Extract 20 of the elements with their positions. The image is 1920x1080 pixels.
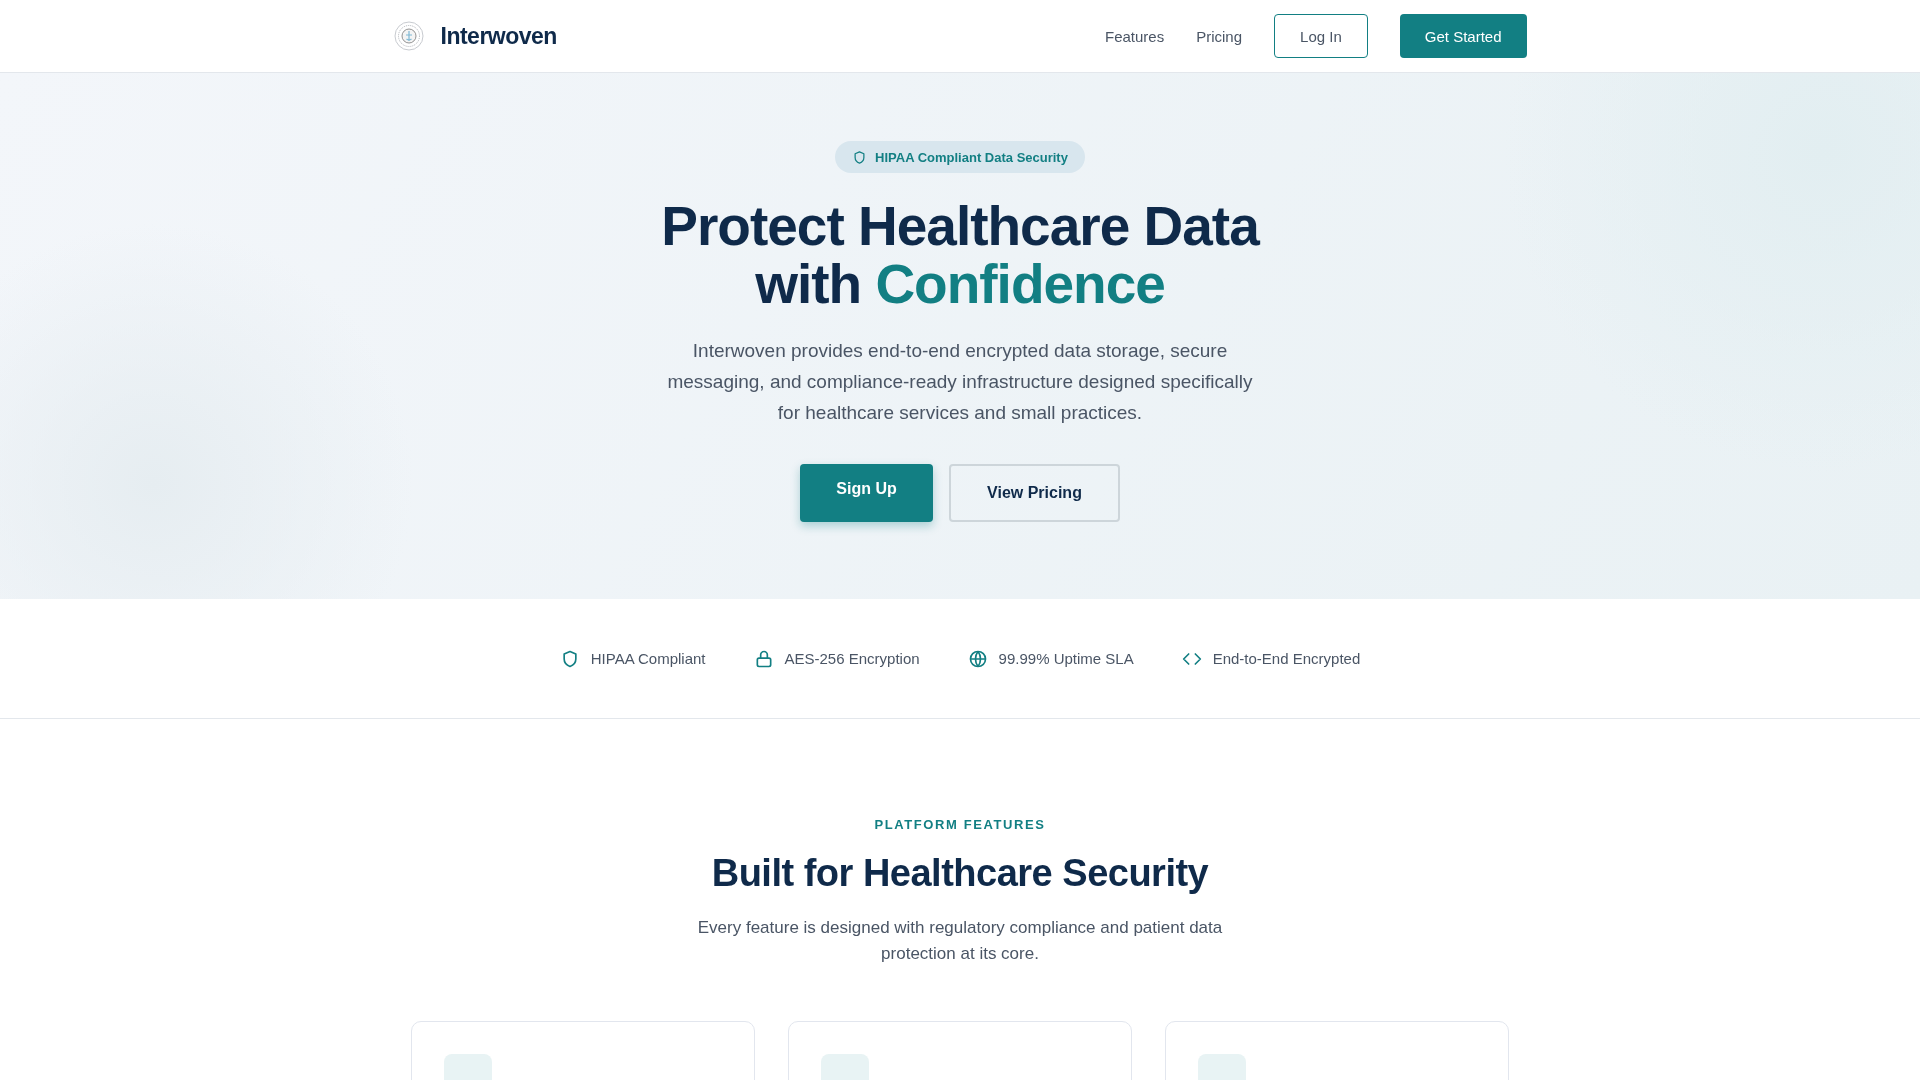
badge-label: HIPAA Compliant Data Security	[875, 149, 1068, 165]
trust-label: HIPAA Compliant	[590, 650, 706, 667]
globe-icon	[967, 648, 988, 669]
nav-link[interactable]: Pricing	[1196, 27, 1243, 45]
logo-icon	[393, 21, 424, 51]
trust-label: End-to-End Encrypted	[1212, 650, 1361, 667]
login-button[interactable]: Log In	[1274, 14, 1368, 58]
hero-description: Interwoven provides end-to-end encrypted data storage, secure messaging, and compliance-ready infrastructure designed specifically for healthcare services and small practices.	[666, 339, 1254, 425]
section-heading: Built for Healthcare Security	[711, 852, 1209, 895]
section-eyebrow: PLATFORM FEATURES	[874, 817, 1046, 832]
shield-icon	[852, 149, 868, 165]
trust-label: 99.99% Uptime SLA	[998, 650, 1134, 667]
nav-link[interactable]: Features	[1105, 27, 1165, 45]
sign-up-button[interactable]: Sign Up	[800, 464, 933, 522]
trust-label: AES-256 Encryption	[784, 650, 920, 667]
view-pricing-button[interactable]: View Pricing	[949, 464, 1120, 522]
section-description: Every feature is designed with regulatory compliance and patient data protection at its core.	[696, 917, 1224, 965]
hero-heading: Protect Healthcare Data with Confidence	[661, 197, 1259, 313]
get-started-button[interactable]: Get Started	[1399, 14, 1527, 58]
brand-name[interactable]: Interwoven	[440, 22, 557, 50]
